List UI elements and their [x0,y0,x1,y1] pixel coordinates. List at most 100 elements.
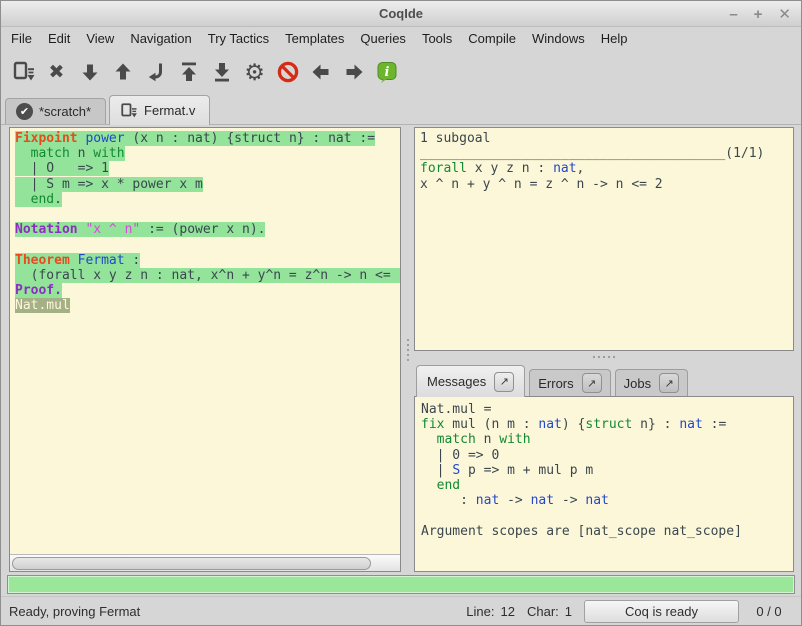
goals-panel[interactable]: 1 subgoal_______________________________… [414,127,794,351]
detach-messages-button[interactable]: ↗ [494,372,514,392]
code-line: | S p => m + mul p m [421,463,793,478]
code-line: Fixpoint power (x n : nat) {struct n} : … [15,131,400,146]
code-line: _______________________________________(… [420,146,793,161]
arrow-left-icon [309,60,333,84]
close-window-button[interactable]: ✕ [778,7,791,22]
menu-windows[interactable]: Windows [524,28,593,49]
menu-bar: FileEditViewNavigationTry TacticsTemplat… [1,27,801,50]
char-value: 1 [565,604,572,619]
splitter-grip-icon [593,356,615,358]
code-line: x ^ n + y ^ n = z ^ n -> n <= 2 [420,177,793,192]
menu-help[interactable]: Help [593,28,636,49]
detach-arrow-icon: ↗ [500,375,509,388]
close-icon: ✖ [49,63,65,82]
interrupt-icon [276,60,300,84]
char-label: Char: [527,604,559,619]
code-line: | O => 1 [15,161,400,176]
vertical-splitter[interactable] [401,127,414,572]
info-icon: i [375,60,399,84]
tab-errors[interactable]: Errors↗ [529,369,610,396]
next-button[interactable] [337,55,370,89]
interrupt-button[interactable] [271,55,304,89]
minimize-button[interactable]: – [729,7,737,22]
horizontal-splitter[interactable] [414,351,794,363]
messages-panel[interactable]: Nat.mul =fix mul (n m : nat) {struct n} … [414,396,794,572]
check-circle-icon: ✔ [16,103,33,120]
arrow-right-icon [342,60,366,84]
tab-label: *scratch* [39,104,91,119]
tab-fermat.v[interactable]: Fermat.v [109,95,210,125]
scrollbar-thumb[interactable] [12,557,371,570]
close-button[interactable]: ✖ [40,55,73,89]
coqide-window: CoqIde – + ✕ FileEditViewNavigationTry T… [0,0,802,626]
menu-try-tactics[interactable]: Try Tactics [200,28,277,49]
svg-text:i: i [384,65,389,80]
code-line: Argument scopes are [nat_scope nat_scope… [421,524,793,539]
detach-arrow-icon: ↗ [587,377,596,390]
code-line: fix mul (n m : nat) {struct n} : nat := [421,417,793,432]
menu-navigation[interactable]: Navigation [122,28,199,49]
editor-horizontal-scrollbar[interactable] [10,554,400,571]
code-line: match n with [421,432,793,447]
code-line: Notation "x ^ n" := (power x n). [15,222,400,237]
code-line: match n with [15,146,400,161]
tab-label: Jobs [624,376,651,391]
code-line: Theorem Fermat : [15,253,400,268]
doc-down-icon [12,60,36,84]
tab-messages[interactable]: Messages↗ [416,365,525,397]
arrow-down-icon [78,60,102,84]
preferences-button[interactable]: ⚙ [238,55,271,89]
menu-file[interactable]: File [3,28,40,49]
maximize-button[interactable]: + [754,7,763,22]
detach-arrow-icon: ↗ [665,377,674,390]
progress-bar [7,575,795,594]
toolbar: ✖ ⚙ i [1,50,801,94]
forward-one-command-button[interactable] [73,55,106,89]
arrow-up-icon [111,60,135,84]
window-controls: – + ✕ [729,1,791,27]
gear-icon: ⚙ [244,61,265,84]
goto-end-button[interactable] [205,55,238,89]
code-line [421,508,793,523]
code-line: end. [15,192,400,207]
tab-label: Fermat.v [144,103,195,118]
menu-queries[interactable]: Queries [352,28,414,49]
code-line: forall x y z n : nat, [420,161,793,176]
tab-scratch[interactable]: ✔ *scratch* [5,98,106,124]
save-button[interactable] [7,55,40,89]
code-line: end [421,478,793,493]
goto-cursor-button[interactable] [139,55,172,89]
code-line: : nat -> nat -> nat [421,493,793,508]
title-bar[interactable]: CoqIde – + ✕ [1,1,801,27]
backward-one-command-button[interactable] [106,55,139,89]
detach-jobs-button[interactable]: ↗ [659,373,679,393]
code-line: | S m => x * power x m [15,177,400,192]
previous-button[interactable] [304,55,337,89]
code-line: Nat.mul = [421,402,793,417]
goto-cursor-icon [144,60,168,84]
restart-button[interactable] [172,55,205,89]
tab-jobs[interactable]: Jobs ↗ [615,369,688,396]
window-title: CoqIde [1,6,801,21]
job-counter: 0 / 0 [745,604,793,619]
code-line: Nat.mul [15,298,400,313]
menu-templates[interactable]: Templates [277,28,352,49]
about-button[interactable]: i [370,55,403,89]
code-line: Proof. [15,283,400,298]
status-right: Line: 12 Char: 1 Coq is ready 0 / 0 [466,600,793,623]
menu-compile[interactable]: Compile [460,28,524,49]
splitter-grip-icon [407,339,409,361]
script-editor[interactable]: Fixpoint power (x n : nat) {struct n} : … [10,128,400,554]
right-column: 1 subgoal_______________________________… [414,127,794,572]
progress-area [1,572,801,596]
coq-status-button[interactable]: Coq is ready [584,600,739,623]
menu-view[interactable]: View [78,28,122,49]
code-line [15,237,400,252]
menu-edit[interactable]: Edit [40,28,78,49]
menu-tools[interactable]: Tools [414,28,460,49]
line-value: 12 [501,604,515,619]
message-tab-bar: Messages↗Errors↗ Jobs ↗ [414,363,794,396]
code-line [15,207,400,222]
script-editor-panel: Fixpoint power (x n : nat) {struct n} : … [9,127,401,572]
detach-errors-button[interactable]: ↗ [582,373,602,393]
